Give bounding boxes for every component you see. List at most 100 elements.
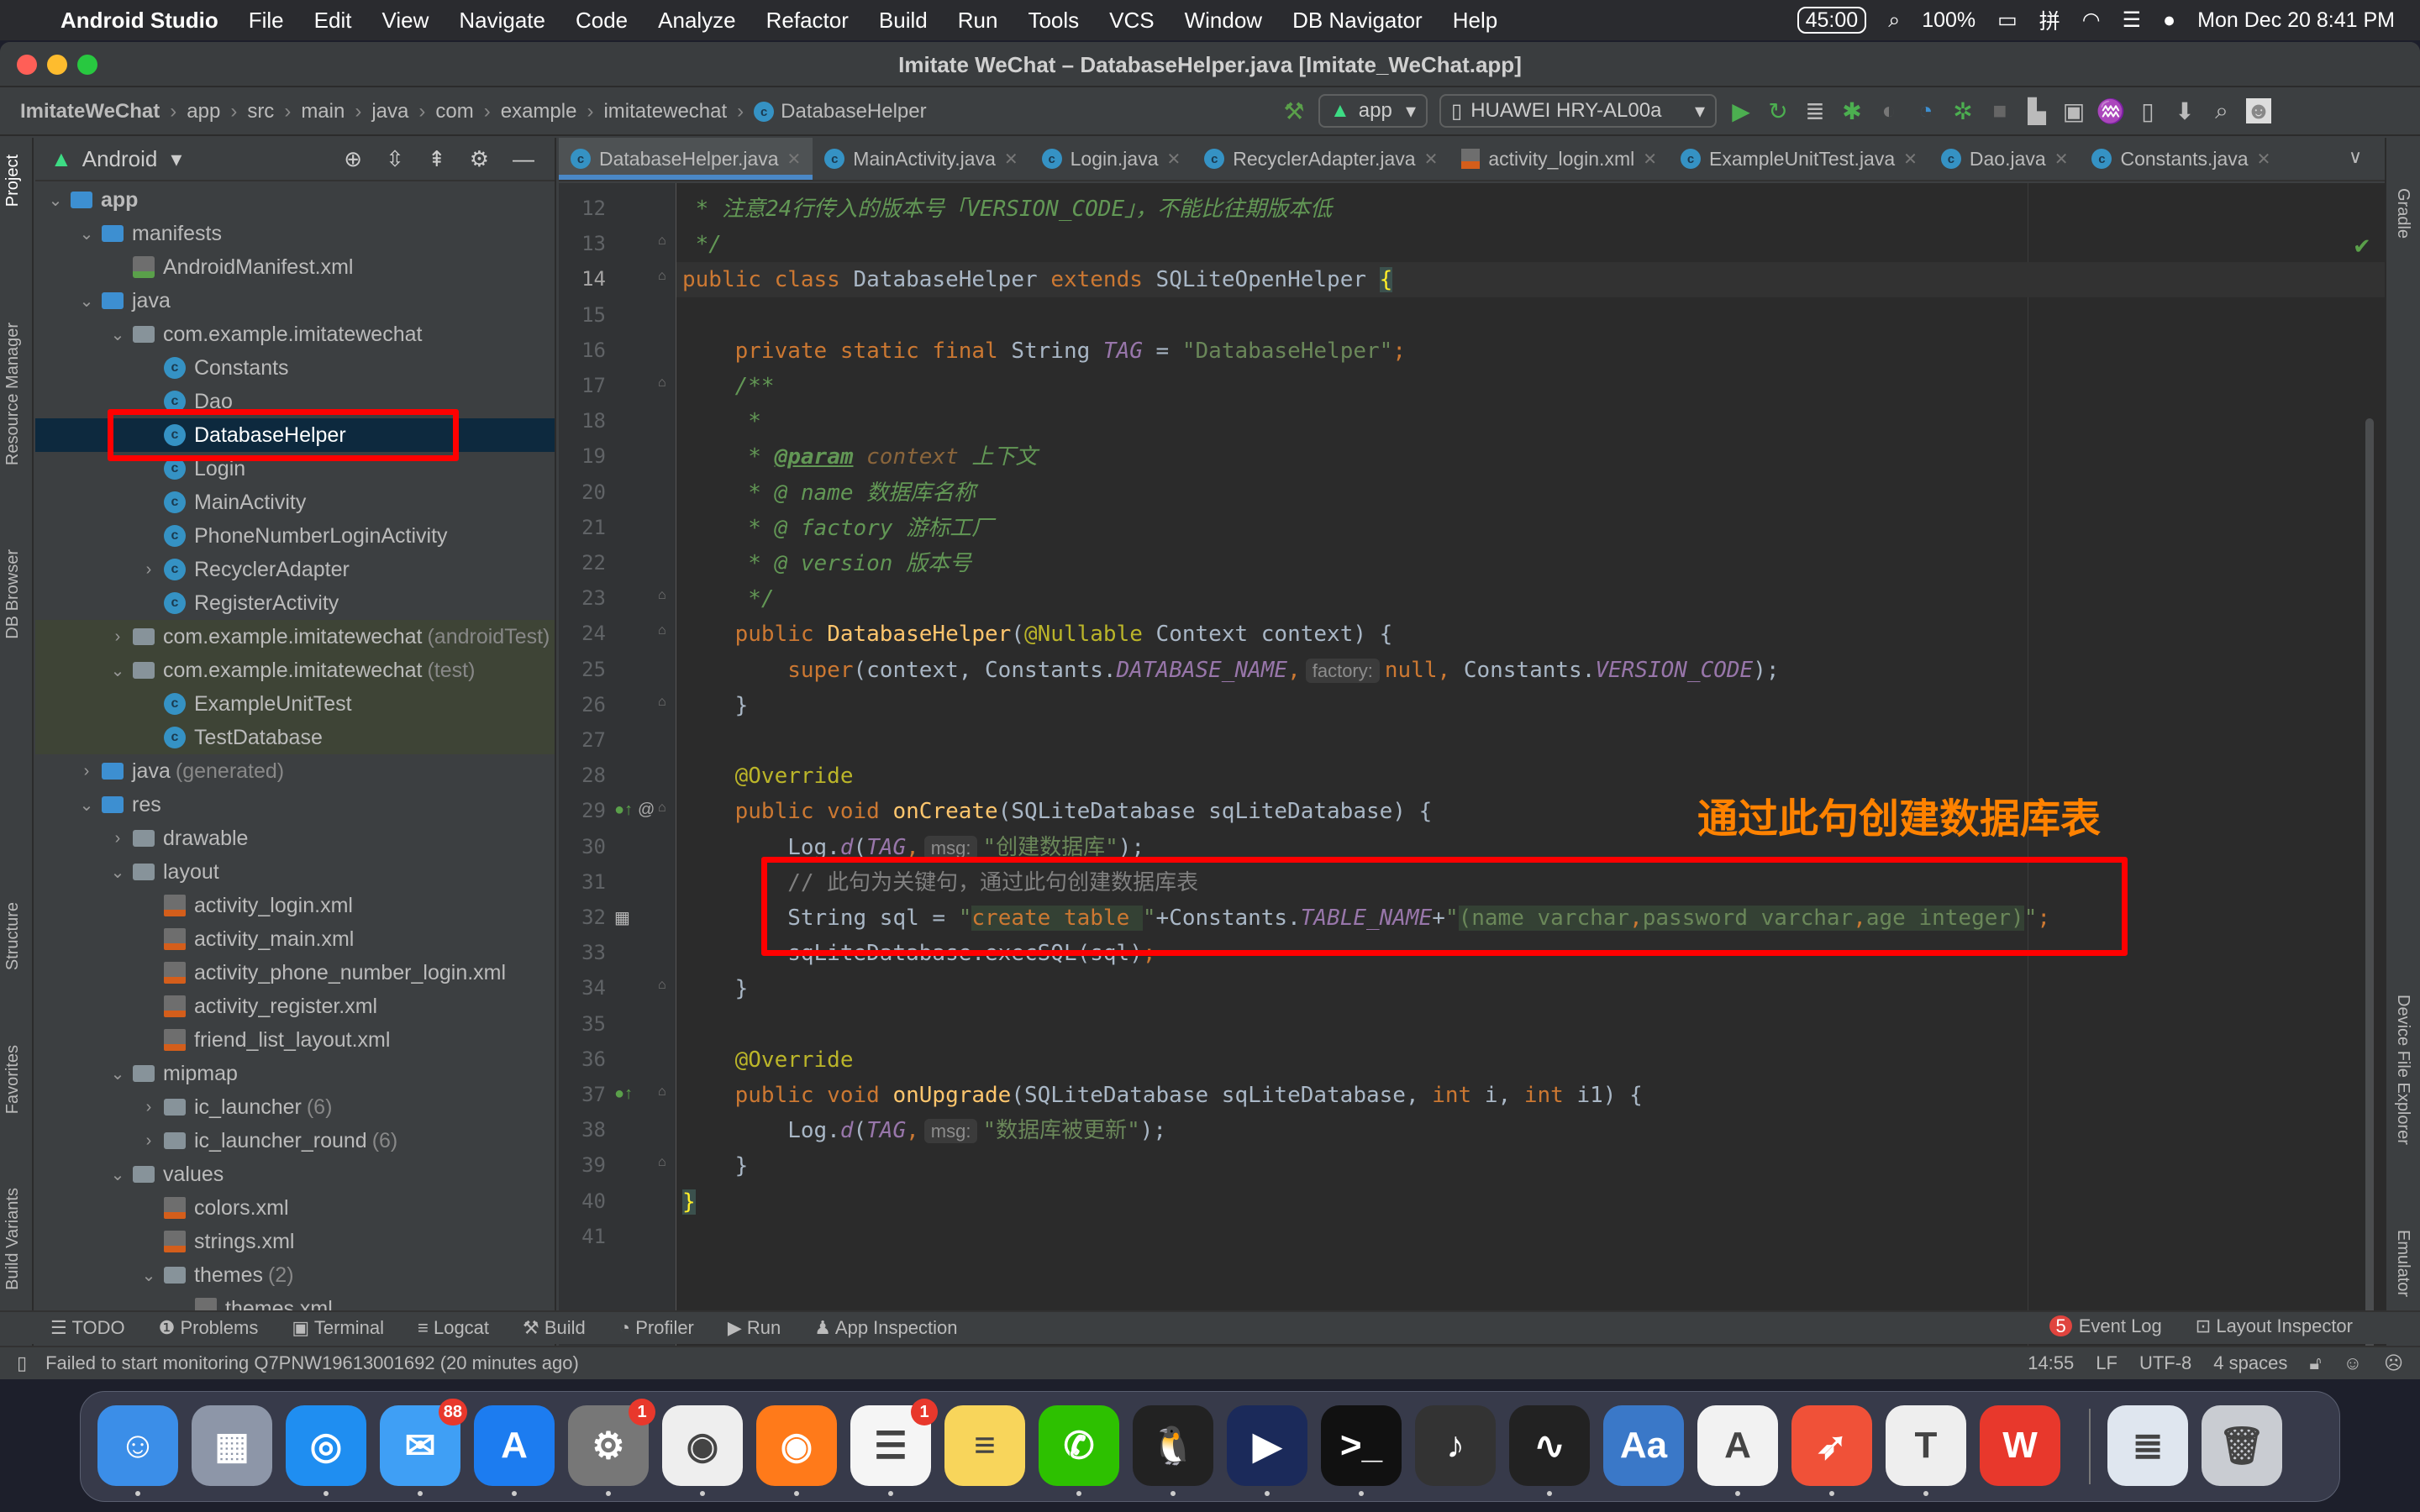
tool-tab-project[interactable]: Project (3, 155, 23, 207)
apply-code-changes-icon[interactable]: ≣ (1802, 98, 1828, 124)
tab-recycleradapter-java[interactable]: c RecyclerAdapter.java ✕ (1192, 138, 1449, 180)
account-avatar[interactable]: ☻ (2246, 97, 2271, 123)
search-everywhere-icon[interactable]: ⌕ (2209, 97, 2234, 123)
tool-tab-structure[interactable]: Structure (3, 902, 23, 970)
tool-logcat[interactable]: ≡ Logcat (418, 1317, 489, 1339)
fold-icon[interactable]: ⌂ (658, 269, 666, 284)
tree-item[interactable]: › ic_launcher (6) (35, 1090, 555, 1124)
battery-percent[interactable]: 100% (1922, 8, 1975, 33)
dock-docx-file-icon[interactable]: ≣ (2107, 1405, 2188, 1486)
implements-at-icon[interactable]: @ (638, 801, 655, 820)
dock-android-studio-icon[interactable]: A (1697, 1405, 1778, 1496)
breadcrumb-item[interactable]: com (435, 100, 473, 123)
tree-item[interactable]: ⌄ com.example.imitatewechat (35, 318, 555, 351)
chevron-right-icon[interactable]: › (109, 829, 126, 848)
attach-debugger-icon[interactable]: ✲ (1950, 98, 1975, 124)
close-icon[interactable]: ✕ (1004, 149, 1018, 170)
menu-app-name[interactable]: Android Studio (60, 8, 218, 34)
debug-icon[interactable]: ✱ (1839, 98, 1865, 124)
breadcrumb-item[interactable]: main (301, 100, 345, 123)
tree-item[interactable]: c PhoneNumberLoginActivity (35, 519, 555, 553)
tool-profiler[interactable]: ◔ Profiler (619, 1317, 694, 1339)
menu-run[interactable]: Run (958, 8, 998, 34)
chevron-down-icon[interactable]: ⌄ (109, 1164, 126, 1185)
chevron-right-icon[interactable]: › (140, 1131, 157, 1151)
breadcrumb-item[interactable]: ImitateWeChat (20, 100, 160, 123)
chevron-down-icon[interactable]: ⌄ (109, 862, 126, 883)
chevron-down-icon[interactable]: ⌄ (47, 190, 64, 211)
editor-scrollbar[interactable] (2365, 418, 2374, 1351)
close-icon[interactable]: ✕ (787, 149, 802, 170)
dock-piano-icon[interactable]: ♪ (1415, 1405, 1496, 1486)
tree-item[interactable]: ⌄ java (35, 284, 555, 318)
file-encoding[interactable]: UTF-8 (2139, 1352, 2191, 1374)
gear-icon[interactable]: ⚙ (470, 146, 489, 172)
tree-item[interactable]: › ic_launcher_round (6) (35, 1124, 555, 1158)
menu-view[interactable]: View (381, 8, 429, 34)
dock-chrome-icon[interactable]: ◉ (662, 1405, 743, 1496)
tree-item[interactable]: c ExampleUnitTest (35, 687, 555, 721)
tool-tab-resource-manager[interactable]: Resource Manager (3, 323, 23, 465)
wifi-icon[interactable]: ◠ (2082, 8, 2101, 33)
tool-tab-device-file-explorer[interactable]: Device File Explorer (2393, 995, 2412, 1145)
dock-wechat-icon[interactable]: ✆ (1039, 1405, 1119, 1496)
tree-item[interactable]: activity_phone_number_login.xml (35, 956, 555, 990)
close-icon[interactable]: ✕ (1424, 149, 1439, 170)
chevron-down-icon[interactable]: ⌄ (78, 291, 95, 312)
run-config-select[interactable]: ▲ app ▾ (1318, 94, 1428, 128)
tree-item[interactable]: AndroidManifest.xml (35, 250, 555, 284)
tool-build[interactable]: ⚒ Build (523, 1317, 586, 1339)
dock-launchpad-icon[interactable]: ▦ (192, 1405, 272, 1486)
tab-login-java[interactable]: c Login.java ✕ (1030, 138, 1193, 180)
dock-swift-icon[interactable]: ➶ (1791, 1405, 1872, 1496)
sdk-manager-icon[interactable]: ⬇ (2172, 98, 2197, 124)
fold-icon[interactable]: ⌂ (658, 375, 666, 391)
tool-tab-db-browser[interactable]: DB Browser (3, 549, 23, 639)
tree-item[interactable]: ⌄ com.example.imitatewechat (test) (35, 654, 555, 687)
tool-problems[interactable]: ❶ Problems (159, 1317, 259, 1339)
dock-qq-icon[interactable]: 🐧 (1133, 1405, 1213, 1496)
tree-item[interactable]: strings.xml (35, 1225, 555, 1258)
chevron-right-icon[interactable]: › (140, 560, 157, 580)
device-manager-icon[interactable]: ▯ (2135, 98, 2160, 124)
chevron-down-icon[interactable]: ⌄ (109, 324, 126, 345)
tree-item[interactable]: ⌄ themes (2) (35, 1258, 555, 1292)
line-separator[interactable]: LF (2096, 1352, 2118, 1374)
layout-inspector-button[interactable]: ⊡ Layout Inspector (2196, 1315, 2353, 1337)
stop-icon[interactable]: ■ (1987, 97, 2012, 123)
tab-databasehelper-java[interactable]: c DatabaseHelper.java ✕ (559, 138, 813, 180)
apply-changes-icon[interactable]: ↻ (1765, 98, 1791, 124)
close-icon[interactable]: ✕ (1643, 149, 1657, 170)
dock-activity-monitor-icon[interactable]: ∿ (1509, 1405, 1590, 1496)
dock-system-preferences-icon[interactable]: ⚙ 1 (568, 1399, 655, 1496)
tool-todo[interactable]: ☰ TODO (50, 1317, 125, 1339)
breadcrumb-item[interactable]: example (501, 100, 577, 123)
expand-all-icon[interactable]: ⇳ (386, 146, 404, 172)
close-window-button[interactable] (17, 55, 37, 75)
tree-item[interactable]: ⌄ layout (35, 855, 555, 889)
tool-app-inspection[interactable]: ♟ App Inspection (814, 1317, 957, 1339)
chevron-right-icon[interactable]: › (78, 762, 95, 781)
menu-window[interactable]: Window (1185, 8, 1262, 34)
dock-firefox-icon[interactable]: ◉ (756, 1405, 837, 1496)
chevron-down-icon[interactable]: ⌄ (109, 660, 126, 681)
menu-analyze[interactable]: Analyze (658, 8, 736, 34)
gradle-sync-icon[interactable]: ♒ (2096, 98, 2126, 124)
chevron-right-icon[interactable]: › (140, 1098, 157, 1117)
datetime[interactable]: Mon Dec 20 8:41 PM (2197, 8, 2395, 33)
locate-icon[interactable]: ⊕ (344, 146, 362, 172)
siri-icon[interactable]: ● (2163, 8, 2175, 33)
tool-tab-emulator[interactable]: Emulator (2393, 1230, 2412, 1297)
menu-db-navigator[interactable]: DB Navigator (1292, 8, 1423, 34)
control-center-icon[interactable]: ☰ (2123, 8, 2141, 33)
chevron-down-icon[interactable]: ⌄ (140, 1265, 157, 1286)
collapse-all-icon[interactable]: ⇞ (428, 146, 446, 172)
dock-notes-icon[interactable]: ≡ (944, 1405, 1025, 1486)
dock-trash-icon[interactable]: 🗑 (2202, 1405, 2282, 1486)
tree-item[interactable]: › java (generated) (35, 754, 555, 788)
tab-dao-java[interactable]: c Dao.java ✕ (1929, 138, 2081, 180)
tree-item[interactable]: c MainActivity (35, 486, 555, 519)
chevron-right-icon[interactable]: › (109, 627, 126, 647)
tool-tab-favorites[interactable]: Favorites (3, 1045, 23, 1114)
dock-mail-icon[interactable]: ✉ 88 (380, 1399, 467, 1496)
